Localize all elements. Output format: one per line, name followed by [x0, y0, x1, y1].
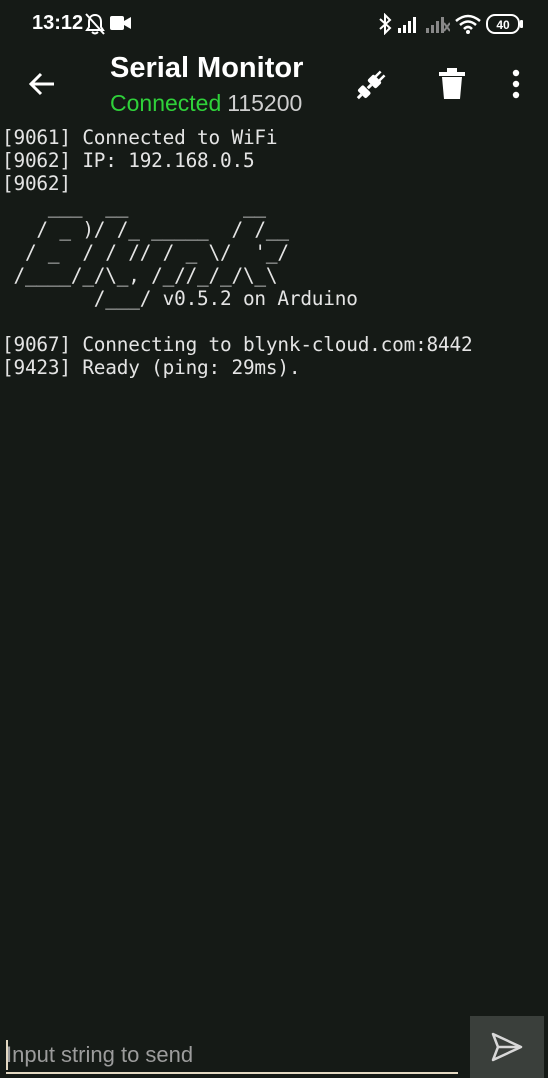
- input-area: [0, 1012, 548, 1078]
- terminal-line: [9067] Connecting to blynk-cloud.com:844…: [2, 333, 473, 356]
- terminal-line: / _ )/ /_ _____ / /__: [36, 218, 289, 241]
- battery-icon: 40: [486, 14, 524, 38]
- back-button[interactable]: [20, 62, 64, 106]
- terminal-text: [9061] Connected to WiFi [9062] IP: 192.…: [2, 126, 546, 379]
- terminal-line: /___/ v0.5.2 on Arduino: [93, 287, 358, 310]
- baud-rate: 115200: [227, 90, 303, 116]
- connection-subtitle: Connected 115200: [110, 90, 302, 117]
- signal-weak-icon: [426, 15, 451, 37]
- signal-icon: [398, 15, 420, 37]
- wifi-icon: [455, 14, 481, 38]
- connection-status: Connected: [110, 90, 222, 116]
- terminal-line: [9062] IP: 192.168.0.5: [2, 149, 255, 172]
- disconnect-button[interactable]: [348, 60, 396, 108]
- text-cursor: [6, 1040, 8, 1070]
- more-vertical-icon: [512, 69, 520, 99]
- battery-level: 40: [496, 18, 510, 32]
- terminal-line: [9423] Ready (ping: 29ms).: [2, 356, 301, 379]
- status-bar: 13:12 40: [0, 0, 548, 48]
- terminal-line: /____/_/\_, /_//_/_/\_\: [13, 264, 278, 287]
- terminal-line: / _ / / // / _ \/ '_/: [24, 241, 289, 264]
- video-camera-icon: [110, 15, 132, 35]
- status-time: 13:12: [32, 12, 84, 34]
- send-button[interactable]: [470, 1016, 544, 1078]
- notifications-off-icon: [84, 12, 106, 40]
- app-bar: Serial Monitor Connected 115200: [0, 48, 548, 124]
- page-title: Serial Monitor: [110, 52, 304, 84]
- plug-disconnect-icon: [356, 70, 386, 100]
- serial-monitor-screen: 13:12 40 Serial Monitor Connected 115200…: [0, 0, 548, 1078]
- clear-button[interactable]: [428, 60, 476, 108]
- terminal-output[interactable]: [9061] Connected to WiFi [9062] IP: 192.…: [2, 126, 546, 1006]
- trash-icon: [439, 68, 465, 99]
- terminal-line: [9062]: [2, 172, 71, 195]
- more-options-button[interactable]: [492, 60, 540, 108]
- bluetooth-icon: [378, 12, 392, 39]
- terminal-line: [9061] Connected to WiFi: [2, 126, 278, 149]
- send-icon: [491, 1032, 523, 1062]
- send-input[interactable]: [6, 1038, 458, 1074]
- terminal-line: ___ __ __: [47, 195, 266, 218]
- arrow-left-icon: [28, 72, 54, 96]
